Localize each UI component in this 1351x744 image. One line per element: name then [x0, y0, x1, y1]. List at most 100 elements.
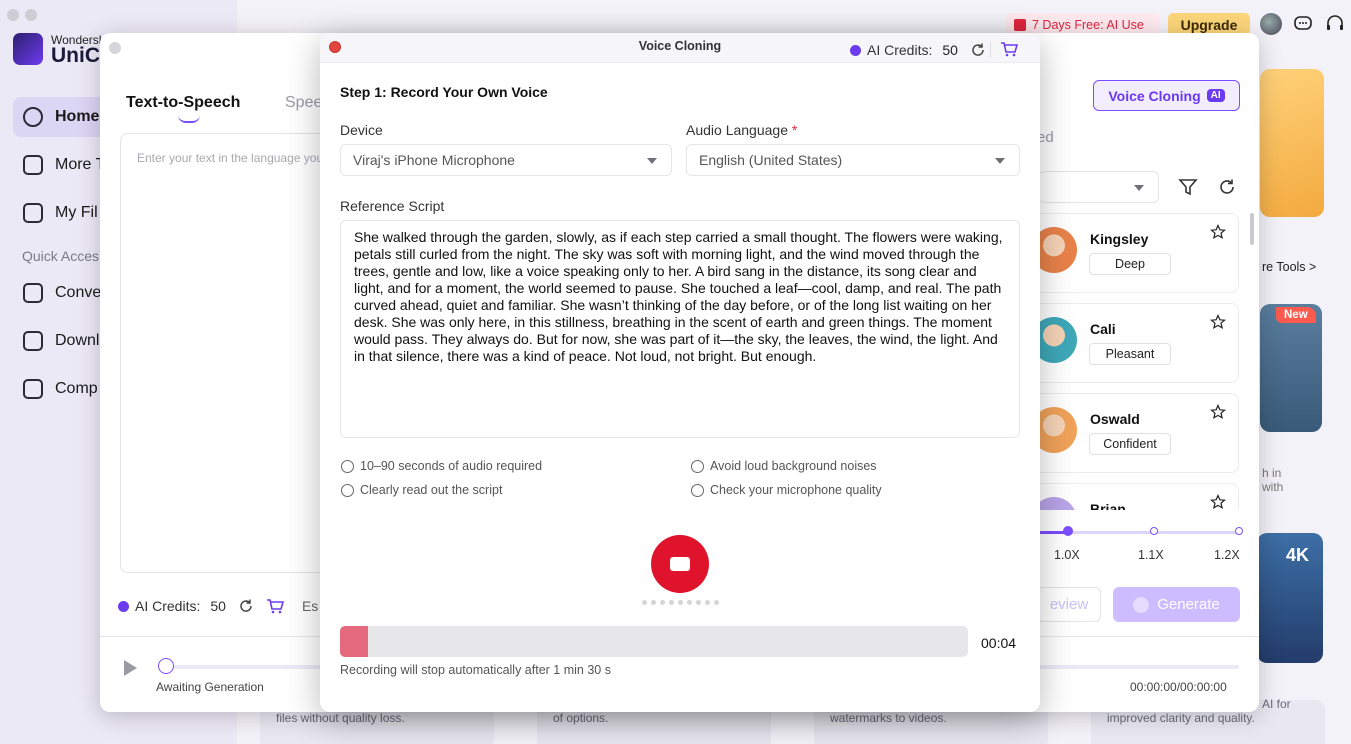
level-dot — [669, 600, 674, 605]
voice-list-scrollbar[interactable] — [1250, 213, 1254, 245]
card-description: improved clarity and quality. — [1107, 711, 1255, 725]
timer-icon — [341, 459, 354, 473]
device-select[interactable]: Viraj's iPhone Microphone — [340, 144, 672, 176]
ai-credits: AI Credits: 50 Es — [118, 598, 318, 614]
recording-progress-bar — [340, 626, 968, 657]
download-icon — [23, 331, 43, 351]
voice-name: Cali — [1090, 321, 1116, 337]
credits-value: 50 — [942, 42, 958, 58]
more-tools-link[interactable]: re Tools > — [1262, 260, 1316, 274]
voice-name: Oswald — [1090, 411, 1140, 427]
voice-cloning-dialog: Voice Cloning AI Credits: 50 Step 1: Rec… — [320, 33, 1040, 712]
user-avatar[interactable] — [1260, 13, 1282, 35]
speed-slider-handle[interactable] — [1063, 526, 1073, 536]
credits-label: AI Credits: — [135, 598, 201, 614]
audio-tool-card[interactable] — [1260, 304, 1322, 432]
step-heading: Step 1: Record Your Own Voice — [340, 84, 548, 100]
gift-icon — [1014, 19, 1026, 31]
voice-filter-select[interactable] — [1039, 171, 1159, 203]
speed-tick[interactable] — [1150, 527, 1158, 535]
video-tool-card[interactable] — [1260, 69, 1324, 217]
refresh-icon[interactable] — [970, 42, 986, 58]
preview-button[interactable]: eview — [1037, 587, 1101, 622]
cart-icon[interactable] — [266, 598, 284, 614]
tip-text: Check your microphone quality — [710, 483, 882, 497]
window-close-button[interactable] — [7, 9, 19, 21]
tts-text-input[interactable] — [120, 133, 330, 573]
sidebar-item-label: Conve — [55, 284, 102, 301]
star-icon[interactable] — [1210, 494, 1226, 510]
credits-icon — [118, 600, 129, 612]
star-icon[interactable] — [1210, 224, 1226, 240]
play-icon[interactable] — [122, 659, 138, 677]
voice-card-cali[interactable]: Cali Pleasant — [1031, 303, 1239, 383]
tip-microphone: Check your microphone quality — [691, 483, 882, 497]
device-select-value: Viraj's iPhone Microphone — [353, 152, 515, 168]
tab-speech[interactable]: Spee — [285, 94, 322, 112]
level-dot — [651, 600, 656, 605]
ai-credits: AI Credits: 50 — [850, 42, 986, 58]
generate-button[interactable]: Generate — [1113, 587, 1240, 622]
tab-text-to-speech[interactable]: Text-to-Speech — [126, 94, 240, 112]
window-close-button[interactable] — [109, 42, 121, 54]
voice-tag: Pleasant — [1089, 343, 1171, 365]
tip-duration: 10–90 seconds of audio required — [341, 459, 542, 473]
filter-icon[interactable] — [1178, 178, 1198, 196]
chat-icon[interactable] — [1293, 14, 1313, 34]
tip-text: 10–90 seconds of audio required — [360, 459, 543, 473]
voice-cloning-button[interactable]: Voice Cloning AI — [1093, 80, 1240, 111]
tip-text: Avoid loud background noises — [710, 459, 877, 473]
new-badge: New — [1276, 307, 1316, 323]
speed-label: 1.0X — [1054, 548, 1080, 562]
credits-label: AI Credits: — [867, 42, 933, 58]
ai-badge: AI — [1206, 89, 1225, 102]
star-icon[interactable] — [1210, 314, 1226, 330]
tip-noise: Avoid loud background noises — [691, 459, 877, 473]
speed-label: 1.1X — [1138, 548, 1164, 562]
refresh-icon[interactable] — [1218, 178, 1236, 196]
voice-tag: Confident — [1089, 433, 1171, 455]
audio-language-label: Audio Language * — [686, 122, 797, 138]
voice-cloning-label: Voice Cloning — [1108, 87, 1201, 104]
voice-tag: Deep — [1089, 253, 1171, 275]
active-tab-indicator — [178, 115, 200, 123]
convert-icon — [23, 283, 43, 303]
chevron-down-icon — [647, 158, 657, 164]
refresh-icon[interactable] — [238, 598, 254, 614]
device-label: Device — [340, 122, 383, 138]
speed-label: 1.2X — [1214, 548, 1240, 562]
voice-card-kingsley[interactable]: Kingsley Deep — [1031, 213, 1239, 293]
credits-value: 50 — [210, 598, 226, 614]
audio-progress-handle[interactable] — [158, 658, 174, 674]
star-icon[interactable] — [1210, 404, 1226, 420]
chevron-down-icon — [995, 158, 1005, 164]
required-marker: * — [791, 122, 798, 138]
voice-card-brian[interactable]: Brian — [1034, 483, 1239, 510]
cart-icon[interactable] — [1000, 41, 1018, 57]
recording-limit-note: Recording will stop automatically after … — [340, 663, 611, 677]
level-dot — [714, 600, 719, 605]
chevron-down-icon — [1134, 185, 1144, 191]
level-dot — [642, 600, 647, 605]
recording-elapsed-time: 00:04 — [981, 635, 1017, 651]
level-dot — [660, 600, 665, 605]
card-description: watermarks to videos. — [830, 711, 947, 725]
sidebar-item-label: More T — [55, 156, 106, 173]
audio-language-select[interactable]: English (United States) — [686, 144, 1020, 176]
sidebar-item-label: Downl — [55, 332, 100, 349]
card-description: files without quality loss. — [276, 711, 405, 725]
headset-icon[interactable] — [1325, 14, 1345, 34]
generation-status: Awaiting Generation — [156, 680, 264, 694]
level-dot — [687, 600, 692, 605]
sidebar-item-label: Comp — [55, 380, 98, 397]
compress-icon — [23, 379, 43, 399]
card-description: of options. — [553, 711, 609, 725]
playback-timecode: 00:00:00/00:00:00 — [1130, 680, 1227, 694]
sidebar-item-label: My Fil — [55, 204, 98, 221]
window-minimize-button[interactable] — [25, 9, 37, 21]
speed-tick[interactable] — [1235, 527, 1243, 535]
voice-card-oswald[interactable]: Oswald Confident — [1031, 393, 1239, 473]
reference-script-text: She walked through the garden, slowly, a… — [340, 220, 1020, 438]
card-description-partial: h in — [1262, 466, 1282, 480]
stop-recording-button[interactable] — [651, 535, 709, 593]
